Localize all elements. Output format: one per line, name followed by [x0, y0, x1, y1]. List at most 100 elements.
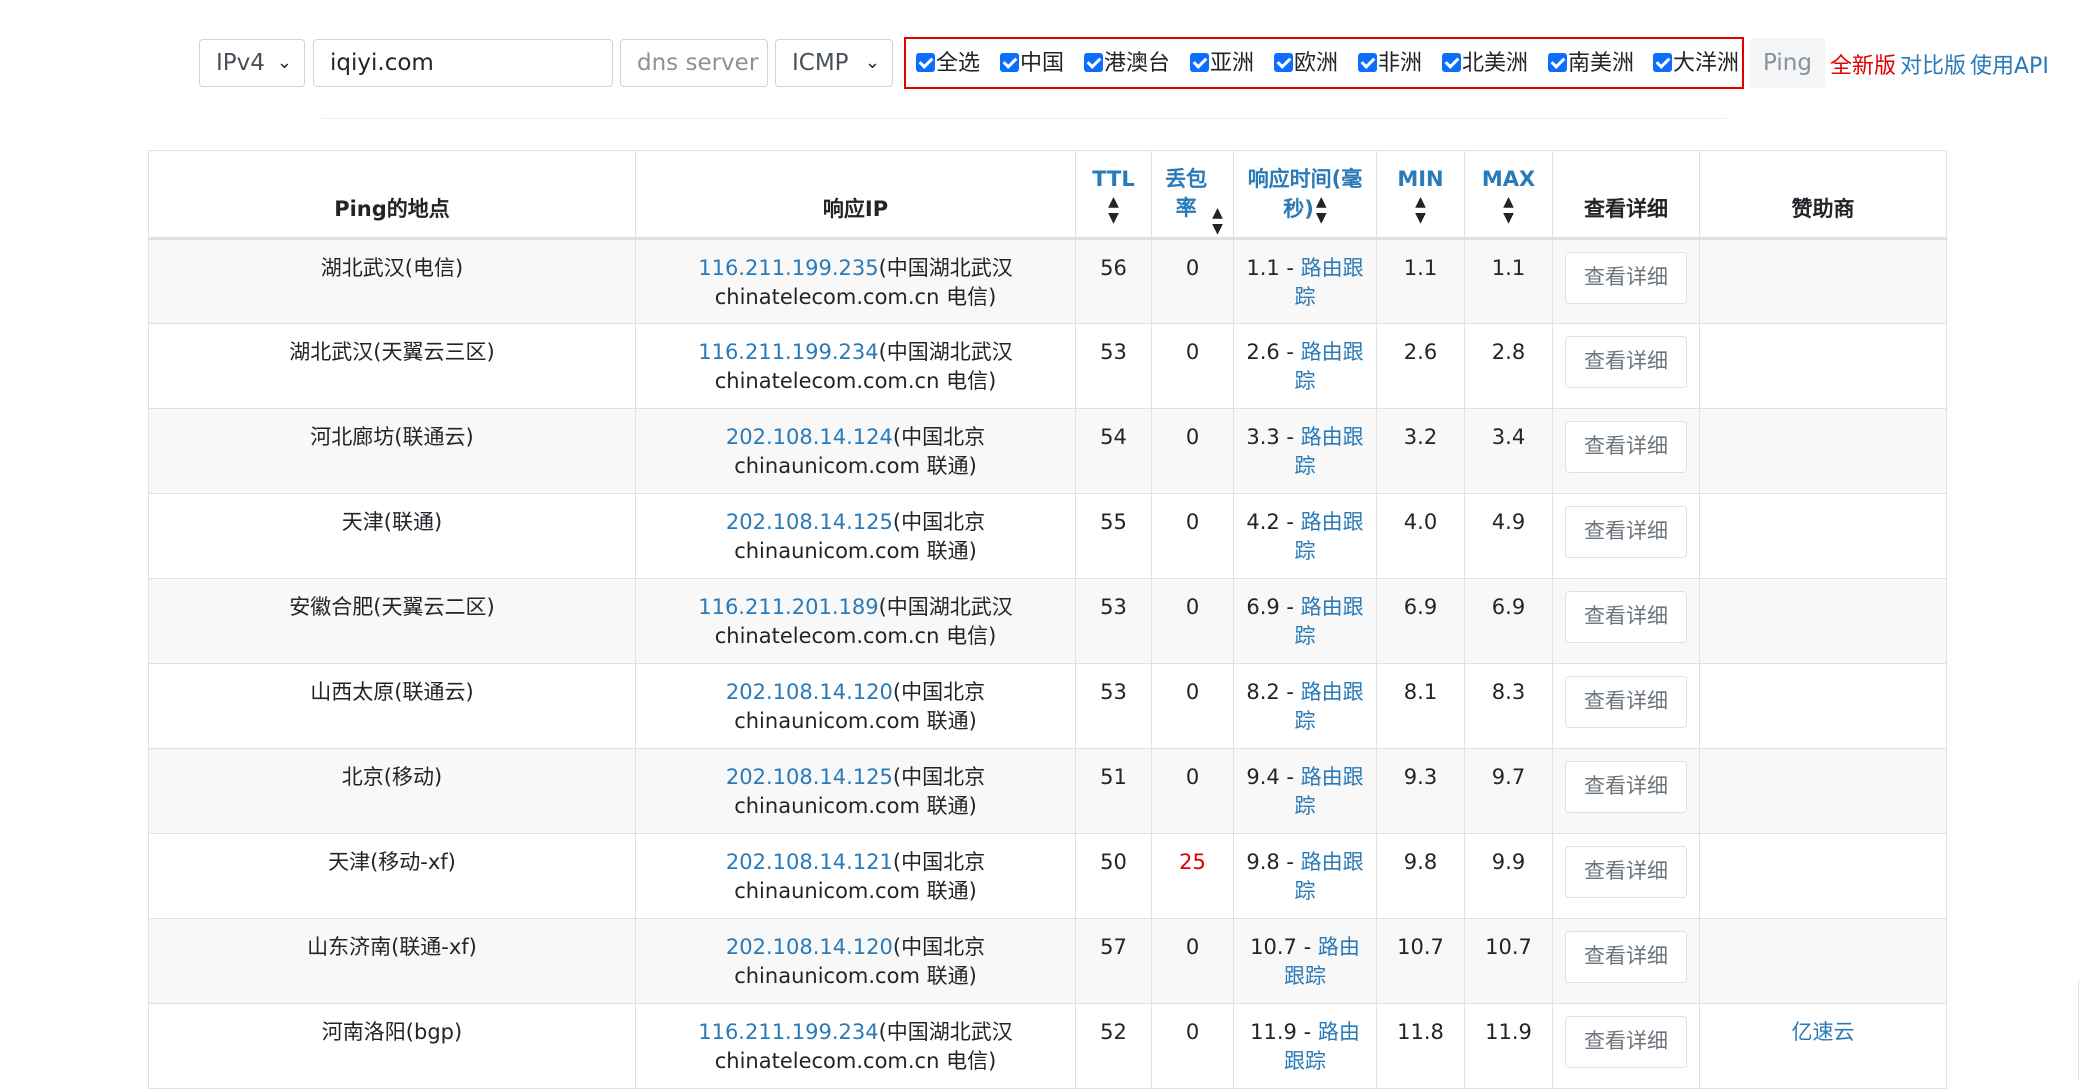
- ip-info: (中国湖北武汉: [878, 340, 1013, 364]
- region-checkbox-china[interactable]: 中国: [1000, 51, 1064, 77]
- ip-link[interactable]: 202.108.14.120: [726, 680, 893, 704]
- host-input[interactable]: iqiyi.com: [313, 39, 613, 87]
- ip-link[interactable]: 202.108.14.125: [726, 765, 893, 789]
- cell-min: 9.3: [1376, 748, 1465, 834]
- cell-location: 山东济南(联通-xf): [148, 918, 636, 1004]
- api-link[interactable]: 使用API: [1970, 48, 2049, 80]
- time-value: 8.2 -: [1246, 680, 1301, 704]
- cell-sponsor: [1699, 408, 1947, 494]
- cell-min: 8.1: [1376, 663, 1465, 749]
- ip-isp: chinaunicom.com 联通): [734, 964, 977, 988]
- ip-info: (中国北京: [892, 425, 986, 449]
- cell-sponsor: [1699, 323, 1947, 409]
- table-row: 天津(移动-xf) 202.108.14.121(中国北京 chinaunicom…: [148, 833, 1947, 919]
- view-details-button[interactable]: 查看详细: [1565, 336, 1687, 388]
- ip-link[interactable]: 116.211.199.234: [698, 340, 878, 364]
- cell-details: 查看详细: [1552, 1003, 1700, 1089]
- cell-details: 查看详细: [1552, 323, 1700, 409]
- checkbox-checked-icon: [1442, 53, 1461, 72]
- region-label: 非洲: [1378, 51, 1423, 76]
- view-details-button[interactable]: 查看详细: [1565, 761, 1687, 813]
- table-row: 河南洛阳(bgp) 116.211.199.234(中国湖北武汉 chinatel…: [148, 1003, 1947, 1089]
- ip-isp: chinatelecom.com.cn 电信): [714, 624, 997, 648]
- time-value: 9.8 -: [1246, 850, 1301, 874]
- view-details-button[interactable]: 查看详细: [1565, 421, 1687, 473]
- cell-max: 11.9: [1464, 1003, 1553, 1089]
- compare-version-link[interactable]: 对比版: [1900, 48, 1966, 80]
- view-details-button[interactable]: 查看详细: [1565, 252, 1687, 304]
- region-checkbox-all[interactable]: 全选: [916, 51, 980, 77]
- traceroute-link[interactable]: 路由跟踪: [1295, 340, 1364, 393]
- ip-link[interactable]: 116.211.199.235: [698, 256, 878, 280]
- cell-ttl: 53: [1075, 663, 1152, 749]
- cell-details: 查看详细: [1552, 918, 1700, 1004]
- cell-max: 2.8: [1464, 323, 1553, 409]
- time-value: 1.1 -: [1246, 256, 1301, 280]
- cell-max: 8.3: [1464, 663, 1553, 749]
- cell-response-time: 10.7 - 路由跟踪: [1233, 918, 1377, 1004]
- view-details-button[interactable]: 查看详细: [1565, 506, 1687, 558]
- cell-details: 查看详细: [1552, 578, 1700, 664]
- region-checkbox-south-america[interactable]: 南美洲: [1548, 51, 1634, 77]
- scrollbar[interactable]: [2078, 980, 2093, 1081]
- ip-link[interactable]: 116.211.199.234: [698, 1020, 878, 1044]
- traceroute-link[interactable]: 路由跟踪: [1295, 595, 1364, 648]
- ip-info: (中国北京: [892, 510, 986, 534]
- region-checkbox-africa[interactable]: 非洲: [1358, 51, 1422, 77]
- view-details-button[interactable]: 查看详细: [1565, 931, 1687, 983]
- dns-server-input[interactable]: dns server: [620, 39, 768, 87]
- header-max[interactable]: MAX ▲ ▼: [1464, 150, 1553, 239]
- ip-link[interactable]: 202.108.14.121: [726, 850, 893, 874]
- ip-version-select[interactable]: IPv4 ⌄: [199, 39, 305, 87]
- cell-ttl: 51: [1075, 748, 1152, 834]
- ip-link[interactable]: 116.211.201.189: [698, 595, 878, 619]
- cell-max: 9.9: [1464, 833, 1553, 919]
- table-row: 湖北武汉(电信) 116.211.199.235(中国湖北武汉 chinatele…: [148, 238, 1947, 324]
- ip-version-value: IPv4: [216, 50, 265, 76]
- dns-placeholder: dns server: [637, 50, 759, 76]
- traceroute-link[interactable]: 路由跟踪: [1295, 765, 1364, 818]
- region-checkbox-north-america[interactable]: 北美洲: [1442, 51, 1528, 77]
- ping-button[interactable]: Ping: [1750, 38, 1825, 88]
- cell-response-time: 8.2 - 路由跟踪: [1233, 663, 1377, 749]
- table-row: 湖北武汉(天翼云三区) 116.211.199.234(中国湖北武汉 chinat…: [148, 323, 1947, 409]
- new-version-link[interactable]: 全新版: [1830, 48, 1896, 80]
- region-checkbox-asia[interactable]: 亚洲: [1190, 51, 1254, 77]
- cell-response-ip: 202.108.14.120(中国北京 chinaunicom.com 联通): [635, 918, 1076, 1004]
- table-row: 北京(移动) 202.108.14.125(中国北京 chinaunicom.co…: [148, 748, 1947, 834]
- ip-link[interactable]: 202.108.14.124: [726, 425, 893, 449]
- region-checkbox-europe[interactable]: 欧洲: [1274, 51, 1338, 77]
- sponsor-link[interactable]: 亿速云: [1792, 1020, 1855, 1044]
- traceroute-link[interactable]: 路由跟踪: [1295, 425, 1364, 478]
- header-loss-label: 丢包率: [1165, 167, 1208, 220]
- cell-ttl: 52: [1075, 1003, 1152, 1089]
- view-details-button[interactable]: 查看详细: [1565, 1016, 1687, 1068]
- protocol-select[interactable]: ICMP ⌄: [775, 39, 893, 87]
- ip-link[interactable]: 202.108.14.125: [726, 510, 893, 534]
- view-details-button[interactable]: 查看详细: [1565, 846, 1687, 898]
- cell-response-ip: 116.211.199.234(中国湖北武汉 chinatelecom.com.c…: [635, 1003, 1076, 1089]
- traceroute-link[interactable]: 路由跟踪: [1295, 256, 1364, 309]
- region-checkbox-hk-mo-tw[interactable]: 港澳台: [1084, 51, 1170, 77]
- header-loss[interactable]: 丢包率 ▲ ▼: [1151, 150, 1234, 239]
- cell-max: 3.4: [1464, 408, 1553, 494]
- header-min[interactable]: MIN ▲ ▼: [1376, 150, 1465, 239]
- checkbox-checked-icon: [1653, 53, 1672, 72]
- cell-location: 河南洛阳(bgp): [148, 1003, 636, 1089]
- view-details-button[interactable]: 查看详细: [1565, 676, 1687, 728]
- cell-min: 3.2: [1376, 408, 1465, 494]
- traceroute-link[interactable]: 路由跟踪: [1295, 680, 1364, 733]
- cell-ttl: 54: [1075, 408, 1152, 494]
- header-response-time[interactable]: 响应时间(毫秒) ▲ ▼: [1233, 150, 1377, 239]
- cell-sponsor: [1699, 663, 1947, 749]
- cell-response-ip: 116.211.199.235(中国湖北武汉 chinatelecom.com.c…: [635, 238, 1076, 324]
- cell-details: 查看详细: [1552, 833, 1700, 919]
- traceroute-link[interactable]: 路由跟踪: [1295, 510, 1364, 563]
- header-ttl[interactable]: TTL ▲ ▼: [1075, 150, 1152, 239]
- cell-max: 9.7: [1464, 748, 1553, 834]
- cell-max: 10.7: [1464, 918, 1553, 1004]
- traceroute-link[interactable]: 路由跟踪: [1295, 850, 1364, 903]
- view-details-button[interactable]: 查看详细: [1565, 591, 1687, 643]
- region-checkbox-oceania[interactable]: 大洋洲: [1653, 51, 1739, 77]
- ip-link[interactable]: 202.108.14.120: [726, 935, 893, 959]
